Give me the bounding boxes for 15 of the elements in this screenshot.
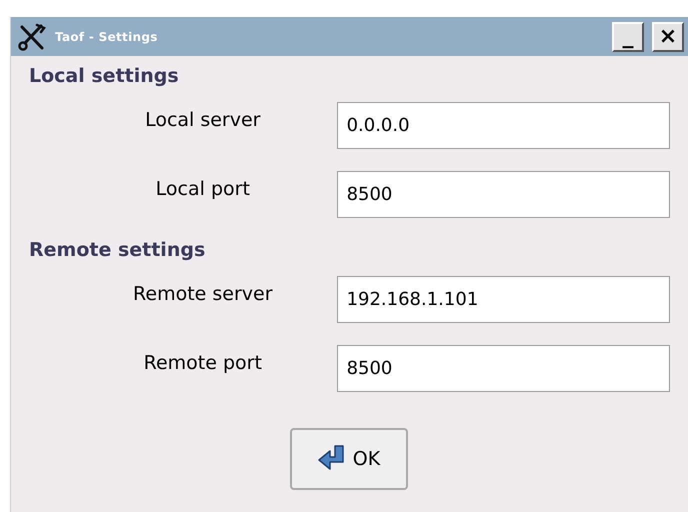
section-heading: Remote settings	[29, 238, 206, 262]
field-label: Remote server	[132, 282, 273, 308]
close-button[interactable]: ×	[652, 22, 684, 52]
text-field[interactable]: 8500	[336, 345, 670, 392]
field-label: Local server	[144, 108, 260, 133]
field-label: Remote port	[142, 351, 262, 376]
minimize-button[interactable]: _	[612, 22, 644, 52]
window-title: Taof - Settings	[55, 28, 158, 46]
text-field[interactable]: 0.0.0.0	[336, 102, 670, 148]
text-field[interactable]: 192.168.1.101	[336, 276, 670, 323]
tools-icon	[17, 22, 47, 52]
text-field[interactable]: 8500	[336, 170, 670, 218]
section-heading: Local settings	[29, 64, 180, 89]
ok-button[interactable]: OK	[290, 428, 408, 490]
field-label: Local port	[154, 176, 250, 202]
